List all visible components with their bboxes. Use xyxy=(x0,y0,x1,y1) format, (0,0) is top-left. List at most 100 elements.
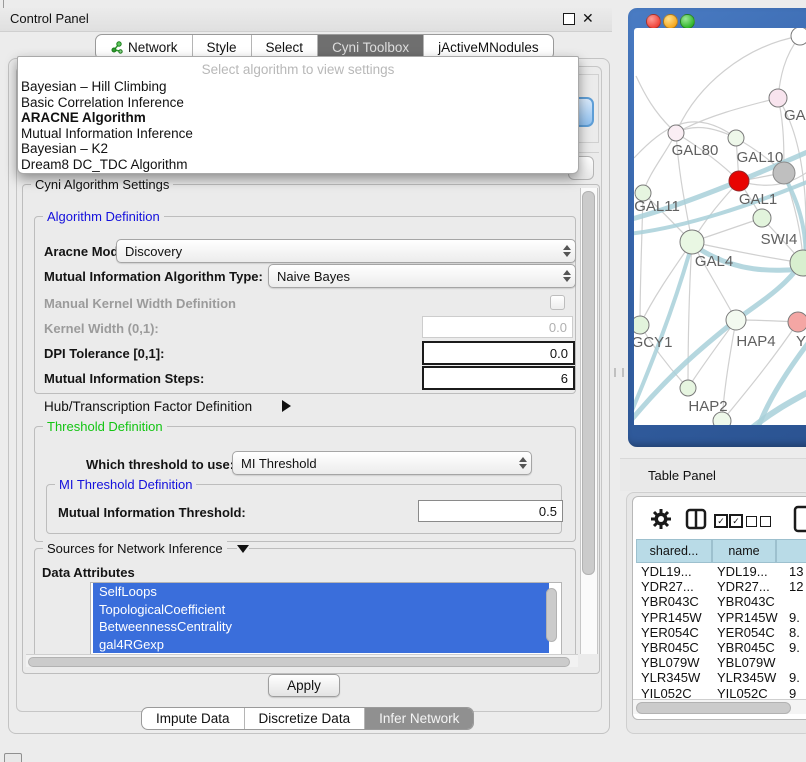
table-cell: YIL052C xyxy=(641,686,692,698)
network-node[interactable] xyxy=(634,316,649,334)
splitter-grip[interactable] xyxy=(614,368,624,377)
table-row[interactable]: YPR145WYPR145W9. xyxy=(633,610,806,625)
network-edge xyxy=(640,242,692,325)
network-node[interactable] xyxy=(728,130,744,146)
expander-arrow-down-icon[interactable] xyxy=(237,545,249,553)
table-panel-body: ✓ ✓ shared... name YDL19...YDL19...13YDR… xyxy=(632,496,806,720)
hidden-groupbox-edge xyxy=(598,74,599,142)
table-row[interactable]: YLR345WYLR345W9. xyxy=(633,670,806,685)
list-scrollbar-thumb[interactable] xyxy=(546,588,557,642)
table-cell: 12 xyxy=(789,579,803,594)
attribute-item[interactable]: TopologicalCoefficient xyxy=(93,601,549,619)
unchecked-checkbox-icon[interactable] xyxy=(760,516,771,527)
network-node[interactable] xyxy=(753,209,771,227)
close-icon[interactable]: ✕ xyxy=(582,10,594,27)
mi-type-combobox[interactable]: Naive Bayes xyxy=(268,264,576,288)
mac-minimize-button[interactable] xyxy=(663,14,678,29)
tab-infer-network[interactable]: Infer Network xyxy=(365,708,473,729)
network-node[interactable] xyxy=(680,230,704,254)
table-cell: YBR043C xyxy=(641,594,699,609)
table-cell: YBL079W xyxy=(717,655,776,670)
unchecked-checkbox-icon[interactable] xyxy=(746,516,757,527)
gear-icon[interactable] xyxy=(650,508,672,530)
mac-close-button[interactable] xyxy=(646,14,661,29)
network-node[interactable] xyxy=(788,312,806,332)
tab-label: Select xyxy=(266,40,304,55)
table-cell: YER054C xyxy=(717,625,775,640)
table-cell: 9. xyxy=(789,670,800,685)
network-node[interactable] xyxy=(726,310,746,330)
tab-discretize-data[interactable]: Discretize Data xyxy=(245,708,366,729)
table-row[interactable]: YIL052CYIL052C9 xyxy=(633,686,806,698)
attribute-item[interactable]: gal4RGexp xyxy=(93,636,549,654)
mi-steps-label: Mutual Information Steps: xyxy=(44,371,204,386)
column-header[interactable]: name xyxy=(712,539,776,563)
settings-vertical-scrollbar[interactable] xyxy=(580,188,598,654)
mi-steps-field[interactable]: 6 xyxy=(422,366,575,390)
table-row[interactable]: YDR27...YDR27...12 xyxy=(633,579,806,594)
float-icon[interactable] xyxy=(563,13,575,25)
table-cell: YBL079W xyxy=(641,655,700,670)
data-attributes-list[interactable]: SelfLoopsTopologicalCoefficientBetweenne… xyxy=(90,582,562,657)
algorithm-option[interactable]: Basic Correlation Inference xyxy=(18,95,578,111)
mac-zoom-button[interactable] xyxy=(680,14,695,29)
mi-threshold-field[interactable]: 0.5 xyxy=(418,500,563,522)
table-cell: YER054C xyxy=(641,625,699,640)
table-cell: 8. xyxy=(789,625,800,640)
kernel-width-field[interactable]: 0.0 xyxy=(422,316,573,338)
table-row[interactable]: YDL19...YDL19...13 xyxy=(633,564,806,579)
table-panel-title: Table Panel xyxy=(620,468,716,483)
kernel-width-label: Kernel Width (0,1): xyxy=(44,321,159,336)
attribute-item[interactable]: BetweennessCentrality xyxy=(93,618,549,636)
algorithm-dropdown-popup: Select algorithm to view settings Bayesi… xyxy=(17,56,579,174)
network-node[interactable] xyxy=(729,171,749,191)
network-node[interactable] xyxy=(680,380,696,396)
table-row[interactable]: YBR045CYBR045C9. xyxy=(633,640,806,655)
column-header[interactable] xyxy=(776,539,806,563)
table-hscroll-thumb[interactable] xyxy=(636,702,791,714)
table-cell: 9 xyxy=(789,686,796,698)
settings-hscroll-thumb[interactable] xyxy=(28,657,570,667)
which-threshold-combobox[interactable]: MI Threshold xyxy=(232,451,532,475)
apply-button[interactable]: Apply xyxy=(268,674,340,697)
table-row[interactable]: YER054C YER054C 8. xyxy=(633,625,806,640)
algorithm-option[interactable]: Dream8 DC_TDC Algorithm xyxy=(18,157,578,173)
algorithm-option[interactable]: ARACNE Algorithm xyxy=(18,110,578,126)
mi-threshold-label: Mutual Information Threshold: xyxy=(58,505,246,520)
hub-definition-expander[interactable]: Hub/Transcription Factor Definition xyxy=(44,399,252,414)
network-canvas[interactable]: GALGAL80GAL10GAL1GAL11SWI4GAL4GCY1HAP4YH… xyxy=(634,28,806,425)
algorithm-option[interactable]: Mutual Information Inference xyxy=(18,126,578,142)
network-icon xyxy=(110,41,123,54)
aracne-mode-combobox[interactable]: Discovery xyxy=(116,239,576,263)
settings-vscroll-thumb[interactable] xyxy=(582,191,595,575)
table-horizontal-scrollbar[interactable] xyxy=(633,699,806,714)
checked-checkbox-icon[interactable]: ✓ xyxy=(714,514,728,528)
hidden-groupbox-edge xyxy=(577,74,599,75)
window-divider-tick xyxy=(3,0,4,8)
tab-impute-data[interactable]: Impute Data xyxy=(142,708,245,729)
table-row[interactable]: YBL079W YBL079W xyxy=(633,655,806,670)
expander-arrow-right-icon[interactable] xyxy=(282,400,291,412)
columns-icon[interactable] xyxy=(685,508,707,530)
network-node[interactable] xyxy=(791,28,806,45)
algorithm-option[interactable]: Bayesian – Hill Climbing xyxy=(18,79,578,95)
table-cell: YPR145W xyxy=(641,610,702,625)
collapsed-panel-icon[interactable] xyxy=(4,753,22,762)
algorithm-option-list: Bayesian – Hill ClimbingBasic Correlatio… xyxy=(18,79,578,172)
attribute-item[interactable]: SelfLoops xyxy=(93,583,549,601)
node-label: GCY1 xyxy=(634,334,672,351)
network-edge xyxy=(676,128,736,138)
table-cell: YBR045C xyxy=(717,640,775,655)
manual-kernel-checkbox[interactable] xyxy=(550,295,565,310)
network-node[interactable] xyxy=(668,125,684,141)
network-node[interactable] xyxy=(769,89,787,107)
table-cell: YDL19... xyxy=(641,564,692,579)
table-file-icon[interactable] xyxy=(793,505,806,533)
table-row[interactable]: YBR043CYBR043C xyxy=(633,594,806,609)
checked-checkbox-icon[interactable]: ✓ xyxy=(729,514,743,528)
dpi-tolerance-field[interactable]: 0.0 xyxy=(422,341,575,365)
algorithm-definition-title: Algorithm Definition xyxy=(43,209,164,224)
settings-horizontal-scrollbar[interactable] xyxy=(26,654,578,667)
algorithm-option[interactable]: Bayesian – K2 xyxy=(18,141,578,157)
column-header[interactable]: shared... xyxy=(636,539,712,563)
